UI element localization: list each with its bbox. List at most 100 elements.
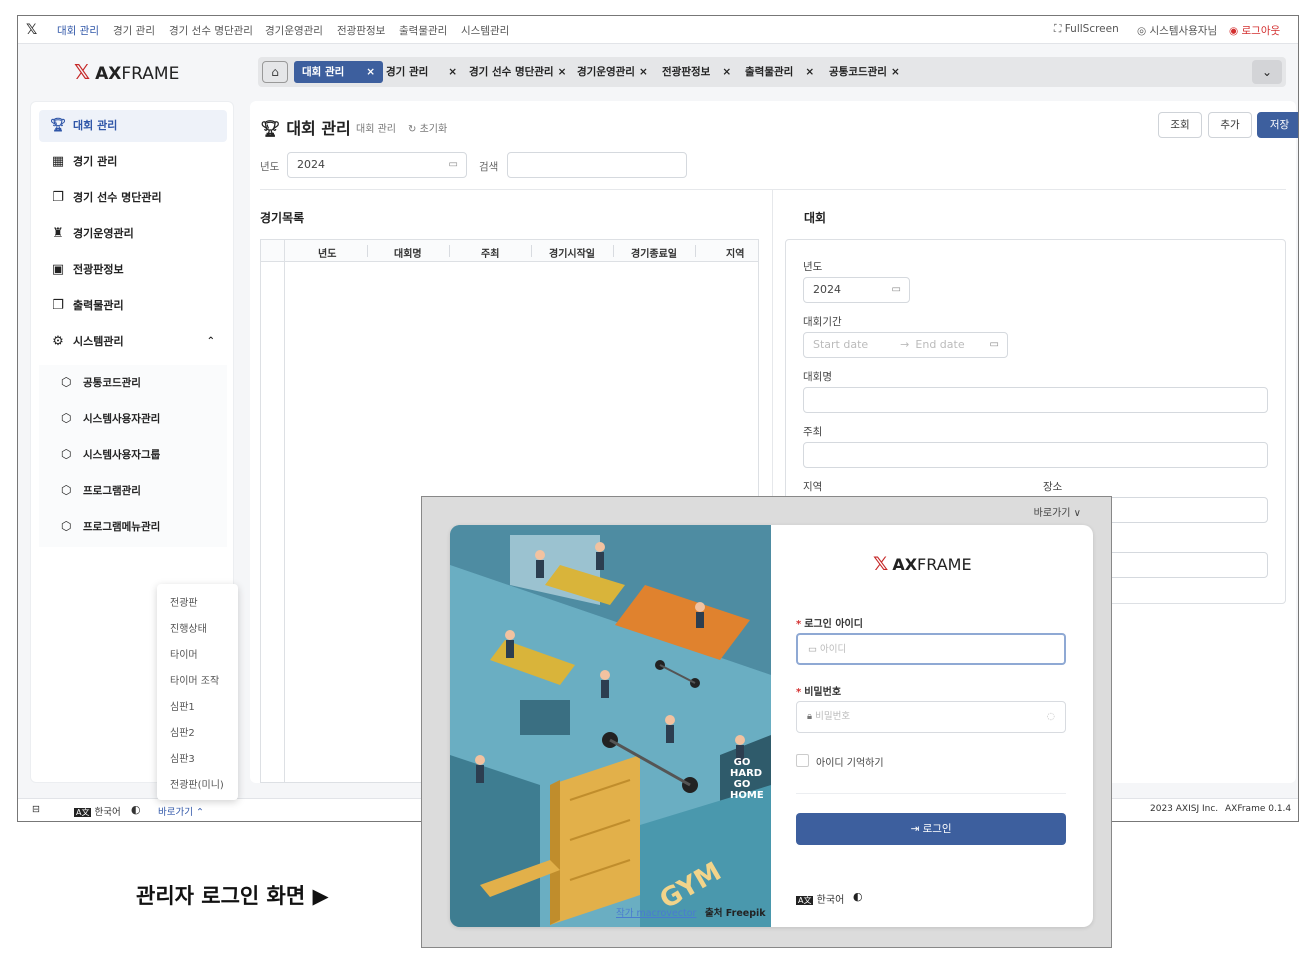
topmenu-item-print[interactable]: 출력물관리: [399, 23, 447, 38]
tab-scoreboard[interactable]: 전광판정보 ×: [654, 61, 739, 83]
tab-roster[interactable]: 경기 선수 명단관리 ×: [461, 61, 574, 83]
calendar-icon: ▦: [51, 154, 65, 169]
sidebar-subitem-common-code[interactable]: ⬡ 공통코드관리: [39, 367, 227, 397]
tab-tournament[interactable]: 대회 관리 ×: [294, 61, 384, 83]
close-icon[interactable]: ×: [722, 66, 731, 78]
close-icon[interactable]: ×: [558, 66, 567, 78]
form-year-input[interactable]: 2024 ▭: [803, 277, 910, 303]
cube-icon: ⬡: [61, 483, 72, 497]
breadcrumb: 대회 관리: [356, 124, 396, 135]
dropdown-item[interactable]: 심판1: [170, 698, 195, 713]
translate-icon: A文: [796, 896, 814, 905]
form-title: 대회: [804, 211, 827, 225]
expand-icon: ⛶: [1054, 23, 1065, 35]
column-separator[interactable]: [449, 245, 450, 257]
password-input[interactable]: 🔒︎ 비밀번호 ◌: [796, 701, 1066, 733]
language-selector[interactable]: A文 한국어: [74, 804, 121, 818]
gym-poster: GO HARD GO HOME: [730, 757, 764, 801]
print-docs-icon: ❐: [52, 298, 64, 313]
column-header[interactable]: 지역: [726, 245, 744, 260]
logout-icon: ◉: [1229, 25, 1242, 37]
cube-icon: ⬡: [61, 447, 72, 461]
dropdown-item[interactable]: 진행상태: [170, 620, 207, 635]
close-icon[interactable]: ×: [366, 66, 375, 78]
sidebar-subitem-program-menu[interactable]: ⬡ 프로그램메뉴관리: [39, 511, 227, 541]
tab-match[interactable]: 경기 관리 ×: [378, 61, 465, 83]
remember-id-checkbox[interactable]: [796, 754, 809, 767]
column-header[interactable]: 경기종료일: [631, 245, 677, 260]
login-id-input[interactable]: ▭ 아이디: [796, 633, 1066, 665]
close-icon[interactable]: ×: [805, 66, 814, 78]
sidebar-item-operation[interactable]: ♜ 경기운영관리: [39, 218, 227, 250]
save-button[interactable]: 저장: [1257, 112, 1298, 138]
tab-common-code[interactable]: 공통코드관리 ×: [821, 61, 908, 83]
column-header[interactable]: 경기시작일: [549, 245, 595, 260]
year-filter-input[interactable]: 2024 ▭: [287, 152, 467, 178]
column-separator[interactable]: [531, 245, 532, 257]
tab-more-button[interactable]: ⌄: [1252, 60, 1282, 84]
column-header[interactable]: 주최: [481, 245, 499, 260]
dropdown-item[interactable]: 심판2: [170, 724, 195, 739]
column-header[interactable]: 년도: [318, 245, 336, 260]
home-icon: ⌂: [271, 65, 279, 79]
dropdown-item[interactable]: 타이머 조작: [170, 672, 219, 687]
divider: [796, 793, 1066, 794]
axframe-mark-icon: 𝕏: [873, 553, 888, 575]
dropdown-item[interactable]: 전광판: [170, 594, 198, 609]
fullscreen-button[interactable]: ⛶ FullScreen: [1054, 23, 1119, 36]
sidebar-subitem-users[interactable]: ⬡ 시스템사용자관리: [39, 403, 227, 433]
chevron-up-icon: ⌃: [206, 336, 215, 347]
login-language-selector[interactable]: A文 한국어: [796, 891, 844, 906]
theme-toggle-icon[interactable]: ◐: [131, 803, 141, 816]
password-label: * 비밀번호: [796, 687, 842, 698]
sidebar-item-roster[interactable]: ❐ 경기 선수 명단관리: [39, 182, 227, 214]
topmenu-item-match[interactable]: 경기 관리: [113, 23, 155, 38]
home-tab-button[interactable]: ⌂: [262, 61, 288, 83]
form-name-input[interactable]: [803, 387, 1268, 413]
eye-off-icon[interactable]: ◌: [1047, 702, 1055, 732]
logout-button[interactable]: ◉ 로그아웃: [1229, 23, 1280, 38]
form-period-range-input[interactable]: Start date → End date ▭: [803, 332, 1008, 358]
sidebar-subitem-programs[interactable]: ⬡ 프로그램관리: [39, 475, 227, 505]
credit-author-link[interactable]: 작가 macrovector: [616, 905, 696, 919]
login-icon: ⇥: [910, 823, 923, 835]
column-separator[interactable]: [367, 245, 368, 257]
add-button[interactable]: 추가: [1208, 112, 1252, 138]
gym-illustration: GYM GO HARD GO HOME 작가 macrovector 출처 Fr…: [450, 525, 771, 927]
user-menu[interactable]: ◎ 시스템사용자님: [1137, 23, 1217, 38]
sidebar-item-system[interactable]: ⚙ 시스템관리 ⌃: [39, 326, 227, 358]
tab-operation[interactable]: 경기운영관리 ×: [569, 61, 656, 83]
login-goto-button[interactable]: 바로가기 ∨: [1034, 504, 1081, 519]
close-icon[interactable]: ×: [448, 66, 457, 78]
sidebar-item-scoreboard[interactable]: ▣ 전광판정보: [39, 254, 227, 286]
topmenu-item-scoreboard[interactable]: 전광판정보: [337, 23, 385, 38]
sidebar-subitem-user-group[interactable]: ⬡ 시스템사용자그룹: [39, 439, 227, 469]
app-logo[interactable]: 𝕏 AXFRAME: [74, 60, 179, 84]
theme-toggle-icon[interactable]: ◐: [853, 890, 863, 903]
remember-id-label[interactable]: 아이디 기억하기: [816, 754, 884, 769]
mini-logo-icon[interactable]: 𝕏: [26, 22, 37, 38]
topmenu-item-roster[interactable]: 경기 선수 명단관리: [169, 23, 253, 38]
dropdown-item[interactable]: 타이머: [170, 646, 198, 661]
sidebar-item-match[interactable]: ▦ 경기 관리: [39, 146, 227, 178]
close-icon[interactable]: ×: [891, 66, 900, 78]
topmenu-item-operation[interactable]: 경기운영관리: [265, 23, 323, 38]
topmenu-item-system[interactable]: 시스템관리: [461, 23, 509, 38]
dropdown-item[interactable]: 전광판(미니): [170, 776, 224, 791]
search-button[interactable]: 조회: [1158, 112, 1202, 138]
reset-button[interactable]: ↻ 초기화: [408, 120, 447, 135]
sidebar-toggle-icon[interactable]: ⊟: [32, 804, 40, 815]
search-input[interactable]: [507, 152, 687, 178]
tab-print[interactable]: 출력물관리 ×: [737, 61, 822, 83]
column-separator[interactable]: [613, 245, 614, 257]
goto-menu-button[interactable]: 바로가기 ⌃: [158, 804, 204, 818]
column-header[interactable]: 대회명: [394, 245, 422, 260]
login-button[interactable]: ⇥ 로그인: [796, 813, 1066, 845]
sidebar-item-print[interactable]: ❐ 출력물관리: [39, 290, 227, 322]
dropdown-item[interactable]: 심판3: [170, 750, 195, 765]
close-icon[interactable]: ×: [639, 66, 648, 78]
sidebar-item-tournament[interactable]: 🏆︎ 대회 관리: [39, 110, 227, 142]
form-host-input[interactable]: [803, 442, 1268, 468]
topmenu-item-tournament[interactable]: 대회 관리: [57, 23, 99, 38]
column-separator[interactable]: [695, 245, 696, 257]
